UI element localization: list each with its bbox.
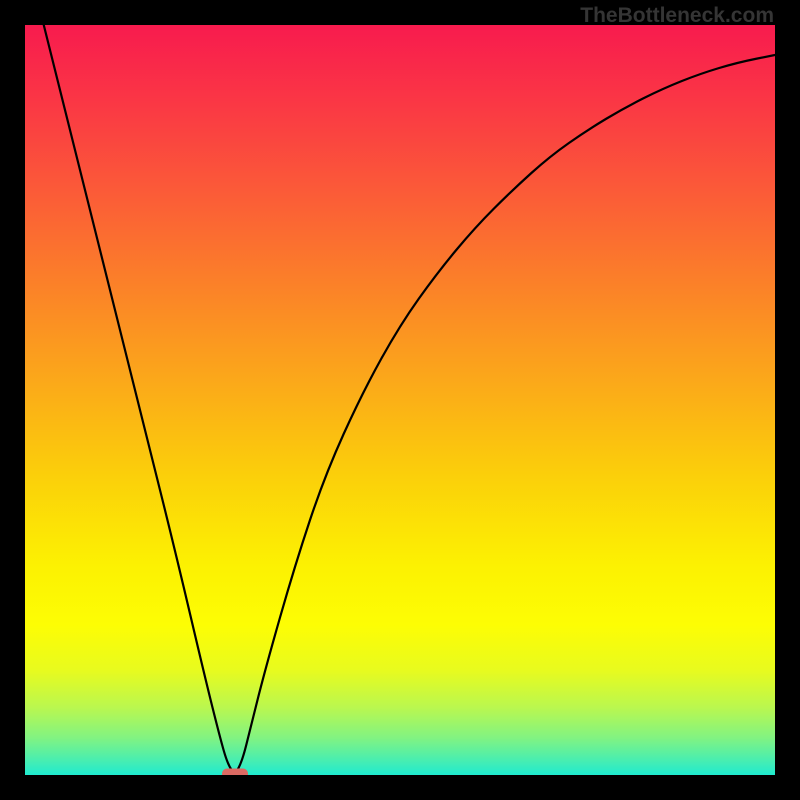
bottleneck-curve	[25, 25, 775, 772]
plot-area	[25, 25, 775, 775]
watermark-text: TheBottleneck.com	[580, 4, 774, 28]
curve-layer	[25, 25, 775, 775]
chart-frame: TheBottleneck.com	[0, 0, 800, 800]
minimum-marker	[222, 769, 248, 776]
